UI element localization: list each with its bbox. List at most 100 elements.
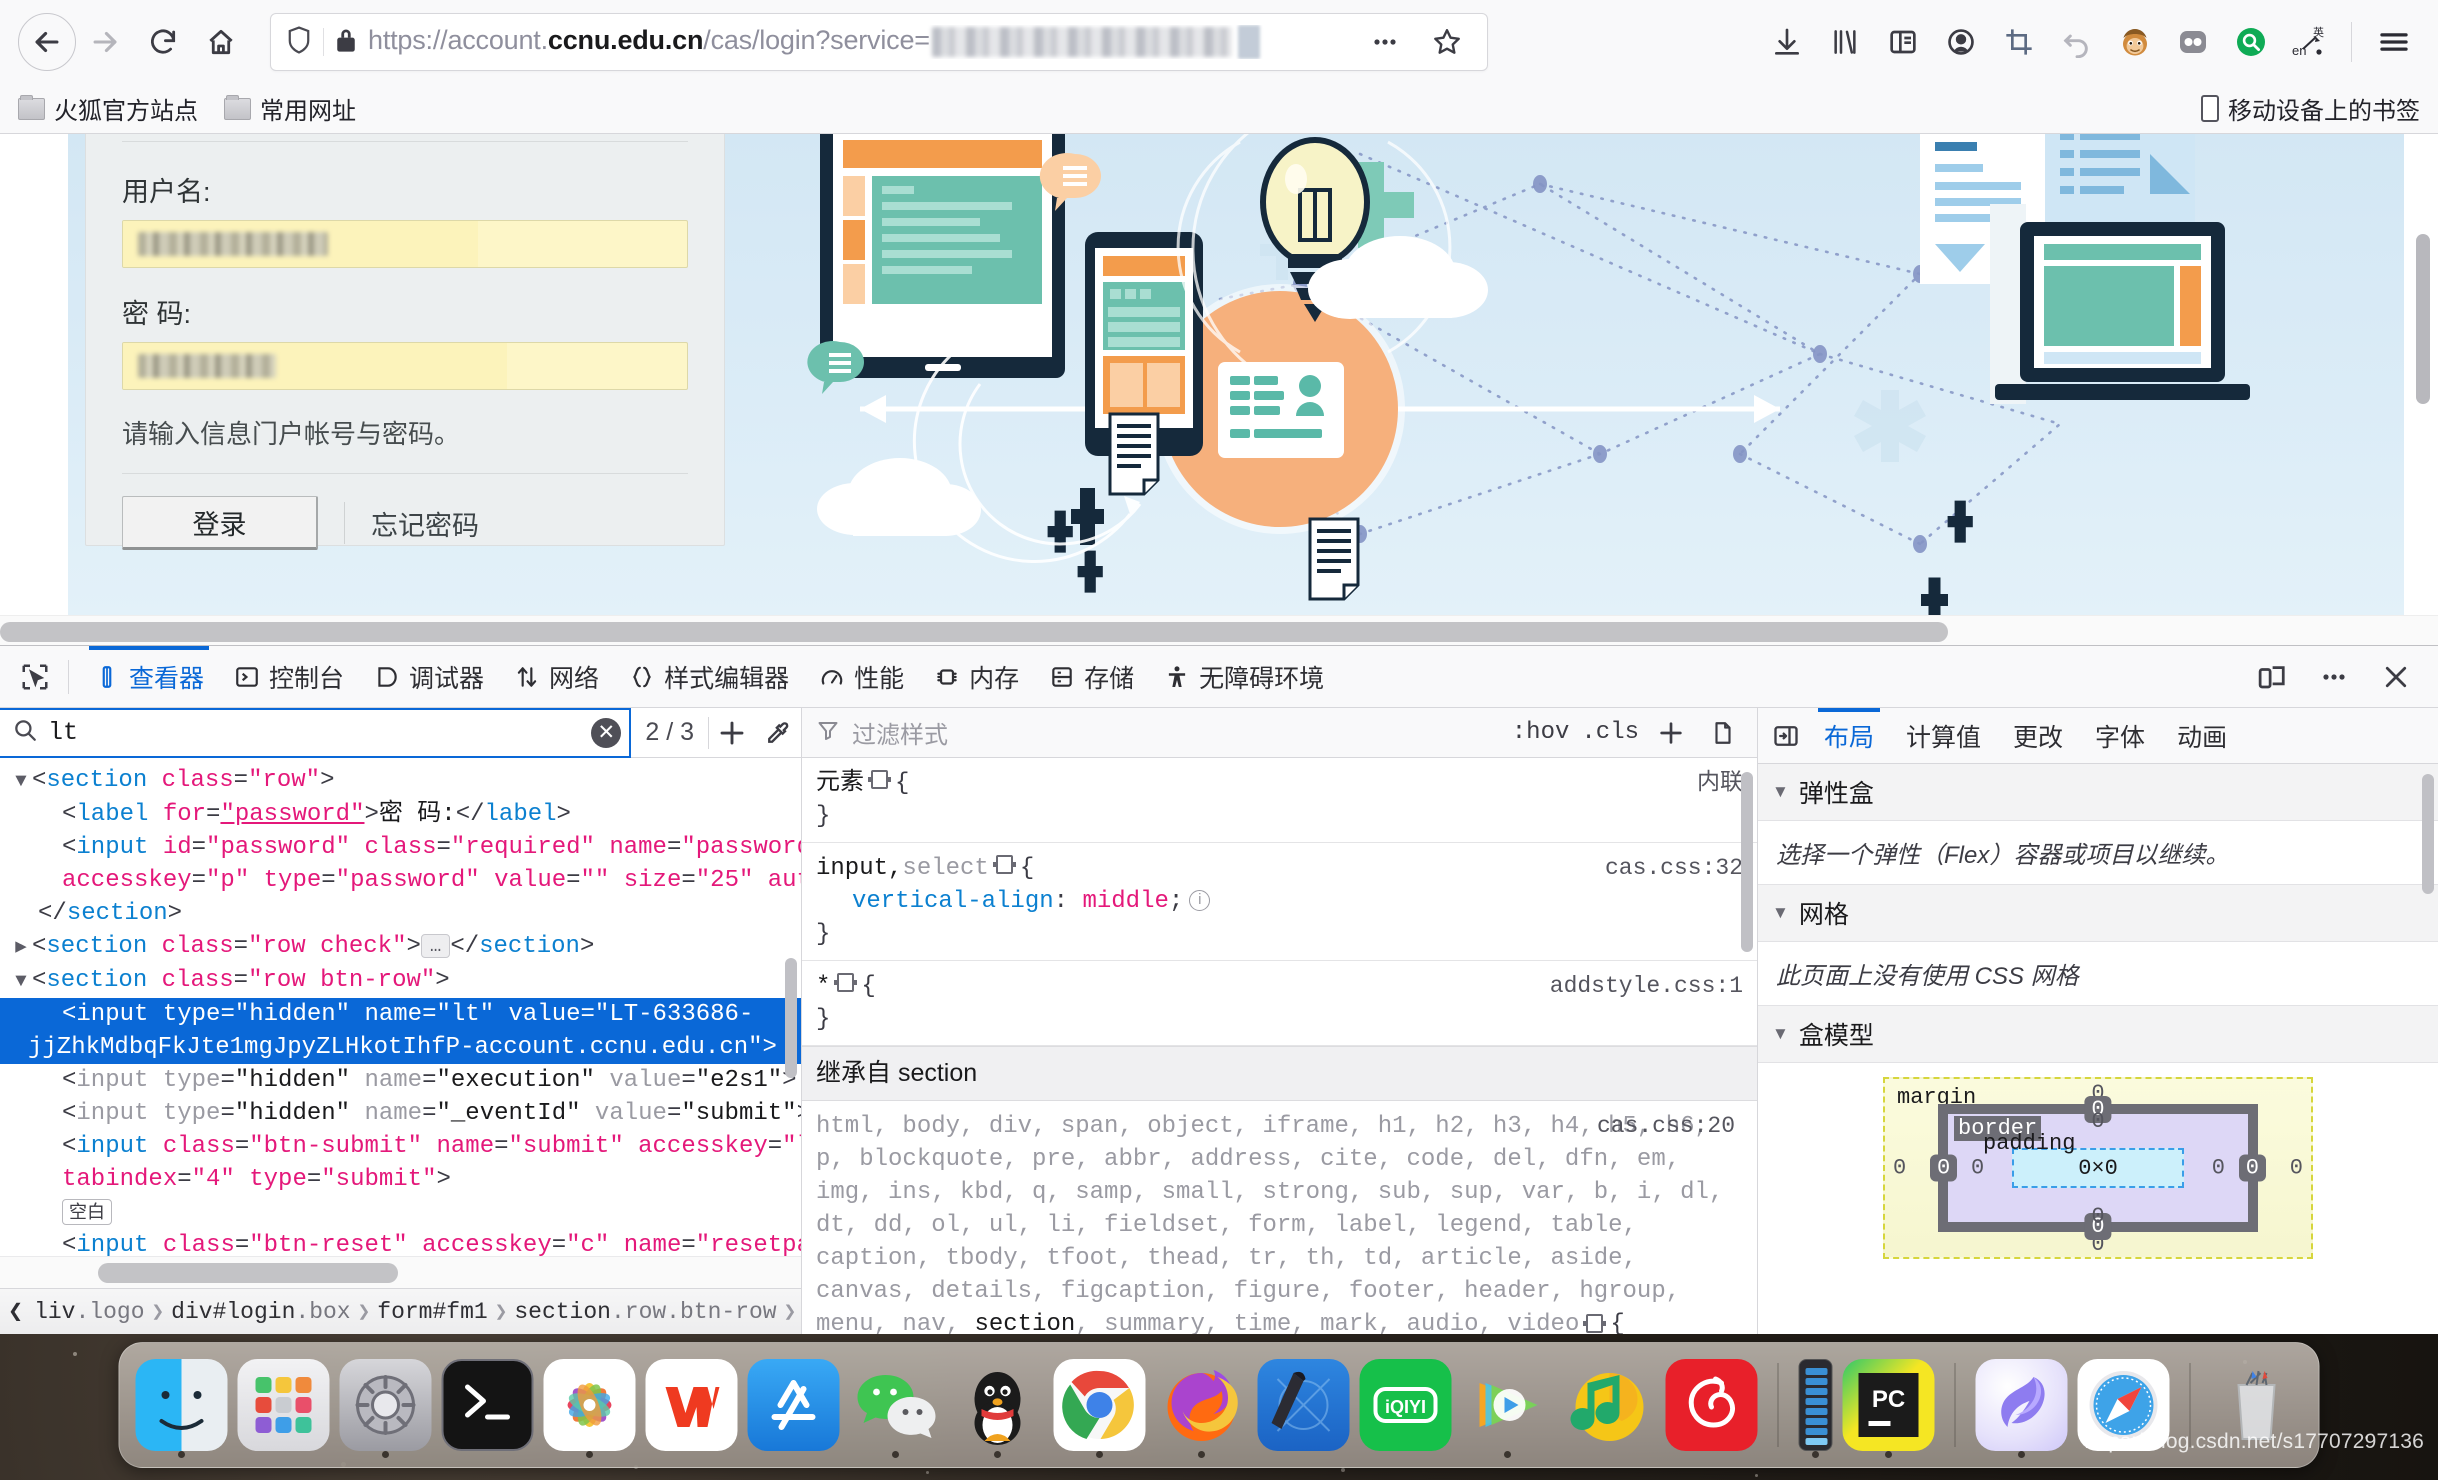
dock-item-photos[interactable]	[543, 1349, 636, 1461]
page-actions-icon[interactable]	[1359, 16, 1411, 68]
box-model-border[interactable]: border 0 0 0 0 padding 0 0 0 0 0×0	[1930, 1096, 2266, 1240]
chevron-down-icon[interactable]: ▼	[1772, 1024, 1789, 1044]
padding-bottom-value[interactable]: 0	[2091, 1204, 2104, 1229]
dock-item-wps-office[interactable]	[645, 1349, 738, 1461]
page-vertical-scrollbar[interactable]	[2416, 234, 2430, 404]
markup-line[interactable]: <input class="btn-reset" accesskey="c" n…	[0, 1229, 801, 1256]
breadcrumb-item-form-fm1[interactable]: form#fm1	[377, 1299, 487, 1325]
flex-badge-icon[interactable]	[868, 770, 891, 789]
tampermonkey-icon[interactable]	[2109, 16, 2161, 68]
forgot-password-link[interactable]: 忘记密码	[371, 504, 479, 543]
tab-fonts[interactable]: 字体	[2079, 708, 2161, 764]
url-bar[interactable]: https://account. ccnu.edu.cn/cas/login?se…	[270, 13, 1488, 71]
dock-item-app-store[interactable]	[747, 1349, 840, 1461]
markup-line[interactable]: ▶ <section class="row check">… </section>	[0, 930, 801, 964]
tab-changes[interactable]: 更改	[1997, 708, 2079, 764]
dock-item-netease-music[interactable]	[1665, 1349, 1758, 1461]
border-left-value[interactable]: 0	[1930, 1154, 1958, 1182]
markup-line[interactable]: <input class="btn-submit" name="submit" …	[0, 1130, 801, 1163]
rule-selector[interactable]: input,	[816, 852, 902, 885]
bookmark-item-common-sites[interactable]: 常用网址	[224, 91, 356, 126]
markup-horizontal-scrollbar-track[interactable]	[0, 1256, 801, 1288]
tab-computed[interactable]: 计算值	[1890, 708, 1997, 764]
sidebar-icon[interactable]	[1877, 16, 1929, 68]
meatball-menu-icon[interactable]	[2312, 655, 2356, 699]
rule-source[interactable]: 内联	[1683, 767, 1743, 800]
clear-icon[interactable]: ✕	[591, 717, 622, 748]
breadcrumb-scroll-left-icon[interactable]: ❮	[4, 1296, 27, 1327]
password-input[interactable]	[122, 342, 688, 390]
tab-layout[interactable]: 布局	[1808, 707, 1890, 764]
undo-icon[interactable]	[2051, 16, 2103, 68]
dock-to-side-icon[interactable]	[1764, 714, 1808, 758]
rules-list[interactable]: 元素 { 内联 } input, select { cas.css:32 ver…	[802, 758, 1757, 1334]
css-rule-input-select[interactable]: input, select { cas.css:32 vertical-alig…	[802, 843, 1757, 961]
rule-selector[interactable]: *	[816, 970, 830, 1003]
css-rule-universal[interactable]: * { addstyle.css:1 }	[802, 961, 1757, 1046]
markup-horizontal-scrollbar-thumb[interactable]	[98, 1263, 398, 1283]
markup-line-selected[interactable]: <input type="hidden" name="lt" value="LT…	[0, 998, 801, 1031]
page-horizontal-scrollbar-track[interactable]	[0, 615, 2438, 645]
close-icon[interactable]	[2374, 655, 2418, 699]
darkreader-icon[interactable]	[2167, 16, 2219, 68]
tab-style-editor[interactable]: 样式编辑器	[614, 646, 804, 708]
section-header-box-model[interactable]: ▼ 盒模型	[1758, 1006, 2438, 1063]
lock-icon[interactable]	[334, 26, 358, 59]
username-input[interactable]	[122, 220, 688, 268]
css-rule-inherited-reset[interactable]: cas.css:20 html, body, div, span, object…	[802, 1101, 1757, 1334]
rules-vertical-scrollbar[interactable]	[1741, 772, 1753, 952]
account-icon[interactable]	[1935, 16, 1987, 68]
hamburger-menu-icon[interactable]	[2368, 16, 2420, 68]
rule-source[interactable]: cas.css:32	[1591, 852, 1743, 885]
chevron-down-icon[interactable]: ▼	[1772, 782, 1789, 802]
markup-line[interactable]: </section>	[0, 897, 801, 930]
markup-line[interactable]: <input type="hidden" name="execution" va…	[0, 1064, 801, 1097]
tab-console[interactable]: 控制台	[219, 646, 359, 708]
rule-selector[interactable]: 元素	[816, 767, 864, 800]
section-header-flexbox[interactable]: ▼ 弹性盒	[1758, 764, 2438, 821]
class-toggle[interactable]: .cls	[1581, 719, 1639, 746]
dock-item-iqiyi[interactable]: iQIYI	[1359, 1349, 1452, 1461]
dock-item-system-preferences[interactable]	[339, 1349, 432, 1461]
add-rule-icon[interactable]	[1651, 713, 1691, 753]
eyedropper-icon[interactable]	[755, 710, 801, 756]
dock-item-finder[interactable]	[135, 1349, 228, 1461]
box-model-margin[interactable]: margin 0 0 0 0 border 0 0 0 0 padding 0 …	[1883, 1077, 2313, 1259]
dock-item-bird-app[interactable]	[1975, 1349, 2068, 1461]
markup-line-selected-cont[interactable]: jjZhkMdbqFkJte1mgJpyZLHkotIhfP-account.c…	[0, 1031, 801, 1064]
margin-right-value[interactable]: 0	[2290, 1156, 2303, 1181]
dock-item-qq[interactable]	[952, 1349, 1044, 1461]
mobile-bookmarks-item[interactable]: 移动设备上的书签	[2201, 91, 2420, 126]
rule-source[interactable]: addstyle.css:1	[1536, 970, 1743, 1003]
flex-badge-icon[interactable]	[834, 973, 858, 992]
css-declaration[interactable]: vertical-align: middle; i	[816, 885, 1743, 918]
dock-item-pycharm[interactable]: PC	[1842, 1349, 1935, 1461]
rule-selector-dim[interactable]: select	[902, 852, 988, 885]
markup-search-input[interactable]: lt	[48, 718, 581, 747]
tab-debugger[interactable]: 调试器	[359, 646, 499, 708]
dock-item-chrome[interactable]	[1053, 1349, 1146, 1461]
markup-line[interactable]: <input type="hidden" name="_eventId" val…	[0, 1097, 801, 1130]
border-right-value[interactable]: 0	[2238, 1154, 2266, 1182]
library-icon[interactable]	[1819, 16, 1871, 68]
breadcrumb-item-liv-logo[interactable]: liv.logo	[34, 1299, 144, 1325]
screenshot-icon[interactable]	[1993, 16, 2045, 68]
css-value[interactable]: middle	[1082, 888, 1168, 915]
tab-memory[interactable]: 内存	[919, 646, 1034, 708]
dock-item-launchpad[interactable]	[237, 1349, 330, 1461]
rules-filter-input[interactable]: 过滤样式	[852, 715, 1500, 750]
twisty-icon[interactable]: ▶	[10, 931, 32, 964]
dock-item-tencent-video[interactable]	[1462, 1349, 1554, 1461]
flex-badge-icon[interactable]	[1583, 1314, 1607, 1334]
reload-button[interactable]	[134, 13, 192, 71]
breadcrumb-item-section-btn-row[interactable]: section.row.btn-row	[514, 1299, 776, 1325]
tab-animations[interactable]: 动画	[2161, 708, 2243, 764]
markup-vertical-scrollbar[interactable]	[785, 958, 797, 1078]
dock-item-terminal[interactable]	[441, 1349, 534, 1461]
back-button[interactable]	[18, 13, 76, 71]
section-header-grid[interactable]: ▼ 网格	[1758, 885, 2438, 942]
info-icon[interactable]: i	[1189, 890, 1211, 912]
dock-item-firefox[interactable]	[1156, 1349, 1248, 1461]
url-text[interactable]: https://account. ccnu.edu.cn/cas/login?se…	[368, 25, 1349, 59]
margin-left-value[interactable]: 0	[1893, 1156, 1906, 1181]
